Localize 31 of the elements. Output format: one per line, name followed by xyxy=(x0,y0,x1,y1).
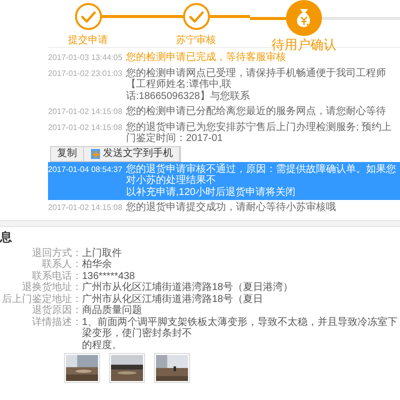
timestamp: 2017-01-02 23:01:03 xyxy=(48,68,124,80)
field-value: 柏华余 xyxy=(82,259,113,270)
field-label: 联系电话： xyxy=(31,270,82,282)
log-message: 您的检测申请网点已受理，请保持手机畅通便于我司工程师【工程师姓名:谭伟中,联 话:18665096328】与您联系 xyxy=(126,68,387,102)
field-label: 退货原因： xyxy=(31,305,82,316)
field-value: 上门取件 xyxy=(82,248,123,258)
section-title: 息 xyxy=(0,228,13,246)
timestamp: 2017-01-04 08:54:37 xyxy=(48,164,124,176)
timestamp: 2017-01-02 14:15:08 xyxy=(48,202,124,214)
field-label: 详情描述： xyxy=(31,316,82,330)
step-label: 待用户确认 xyxy=(272,36,336,52)
log-message: 您的退货申请提交成功，请耐心等待小苏审核哦 xyxy=(126,202,337,214)
log-message: 您的检测申请已分配给离您最近的服务网点，请您耐心等待 xyxy=(126,106,387,118)
field-label: 后上门鉴定地址： xyxy=(1,294,82,304)
field-value: 1、前面两个调平脚支架铁板太薄变形，导致不太稳，并且导致冷冻室下梁变形，使门密封条封不 的程度。 xyxy=(82,316,399,351)
send-icon xyxy=(90,148,101,160)
field-value: 商品质量问题 xyxy=(82,305,143,316)
field-value: 广州市从化区江埔街道港湾路18号（夏日港湾） xyxy=(82,282,294,294)
log-message: 您的检测申请已完成，等待客服审核 xyxy=(126,52,287,64)
field-label: 退回方式： xyxy=(31,248,82,258)
field-label: 联系人： xyxy=(41,259,82,270)
log-message: 您的退货申请已为您安排苏宁售后上门办理检测服务; 预约上门鉴定时间：2017-01 xyxy=(126,122,393,144)
field-label: 退换货地址： xyxy=(21,282,82,294)
step-label: 提交申请 xyxy=(68,34,108,47)
step-label: 苏宁审核 xyxy=(176,34,216,47)
log-message: 您的退货申请审核不通过，原因：需提供故障确认单。如果您对小苏的处理结果不 以补充申请,120小时后退货申请将关闭 xyxy=(126,164,397,198)
field-value: 广州市从化区江埔街道港湾路18号（夏日 xyxy=(82,294,264,304)
field-value: 136*****438 xyxy=(82,270,136,282)
timestamp: 2017-01-02 14:15:08 xyxy=(48,106,124,118)
timestamp: 2017-01-02 14:15:08 xyxy=(48,122,124,134)
timestamp: 2017-01-03 13:44:05 xyxy=(48,52,124,64)
